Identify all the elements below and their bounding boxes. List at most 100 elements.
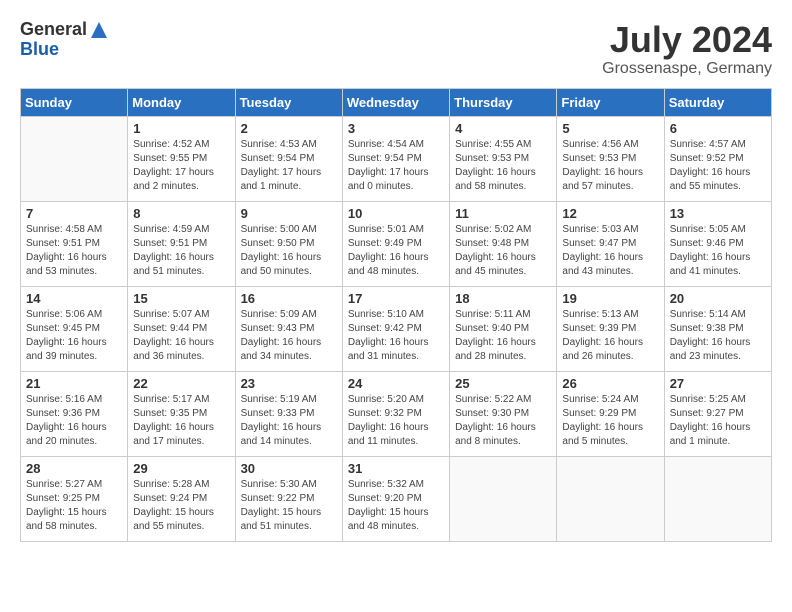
weekday-header: Sunday	[21, 88, 128, 116]
calendar-cell: 11 Sunrise: 5:02 AM Sunset: 9:48 PM Dayli…	[450, 201, 557, 286]
day-info: Sunrise: 5:16 AM Sunset: 9:36 PM Dayligh…	[26, 393, 122, 449]
calendar-cell: 18 Sunrise: 5:11 AM Sunset: 9:40 PM Dayli…	[450, 286, 557, 371]
weekday-header: Wednesday	[342, 88, 449, 116]
weekday-header: Monday	[128, 88, 235, 116]
day-info: Sunrise: 4:57 AM Sunset: 9:52 PM Dayligh…	[670, 138, 766, 194]
day-number: 29	[133, 461, 229, 476]
day-number: 11	[455, 206, 551, 221]
day-info: Sunrise: 5:17 AM Sunset: 9:35 PM Dayligh…	[133, 393, 229, 449]
month-year: July 2024	[602, 20, 772, 60]
day-info: Sunrise: 5:05 AM Sunset: 9:46 PM Dayligh…	[670, 223, 766, 279]
calendar-cell: 14 Sunrise: 5:06 AM Sunset: 9:45 PM Dayli…	[21, 286, 128, 371]
calendar-table: SundayMondayTuesdayWednesdayThursdayFrid…	[20, 88, 772, 542]
day-number: 6	[670, 121, 766, 136]
calendar-cell: 26 Sunrise: 5:24 AM Sunset: 9:29 PM Dayli…	[557, 371, 664, 456]
calendar-cell: 1 Sunrise: 4:52 AM Sunset: 9:55 PM Daylig…	[128, 116, 235, 201]
calendar-cell: 8 Sunrise: 4:59 AM Sunset: 9:51 PM Daylig…	[128, 201, 235, 286]
calendar-cell: 20 Sunrise: 5:14 AM Sunset: 9:38 PM Dayli…	[664, 286, 771, 371]
day-info: Sunrise: 5:30 AM Sunset: 9:22 PM Dayligh…	[241, 478, 337, 534]
day-info: Sunrise: 5:13 AM Sunset: 9:39 PM Dayligh…	[562, 308, 658, 364]
day-info: Sunrise: 5:09 AM Sunset: 9:43 PM Dayligh…	[241, 308, 337, 364]
day-number: 26	[562, 376, 658, 391]
calendar-cell: 21 Sunrise: 5:16 AM Sunset: 9:36 PM Dayli…	[21, 371, 128, 456]
calendar-cell: 24Sunrise: 5:20 AM Sunset: 9:32 PM Dayli…	[342, 371, 449, 456]
day-number: 10	[348, 206, 444, 221]
day-number: 9	[241, 206, 337, 221]
calendar-cell	[557, 456, 664, 541]
day-info: Sunrise: 5:19 AM Sunset: 9:33 PM Dayligh…	[241, 393, 337, 449]
calendar-cell: 23 Sunrise: 5:19 AM Sunset: 9:33 PM Dayli…	[235, 371, 342, 456]
calendar-cell: 5 Sunrise: 4:56 AM Sunset: 9:53 PM Daylig…	[557, 116, 664, 201]
title-block: July 2024 Grossenaspe, Germany	[602, 20, 772, 78]
day-number: 4	[455, 121, 551, 136]
day-info: Sunrise: 4:54 AM Sunset: 9:54 PM Dayligh…	[348, 138, 444, 194]
calendar-cell: 12 Sunrise: 5:03 AM Sunset: 9:47 PM Dayli…	[557, 201, 664, 286]
day-number: 7	[26, 206, 122, 221]
calendar-cell: 27Sunrise: 5:25 AM Sunset: 9:27 PM Dayli…	[664, 371, 771, 456]
calendar-cell: 19 Sunrise: 5:13 AM Sunset: 9:39 PM Dayli…	[557, 286, 664, 371]
page-header: General Blue July 2024 Grossenaspe, Germ…	[20, 20, 772, 78]
day-info: Sunrise: 4:52 AM Sunset: 9:55 PM Dayligh…	[133, 138, 229, 194]
day-number: 13	[670, 206, 766, 221]
calendar-cell: 13 Sunrise: 5:05 AM Sunset: 9:46 PM Dayli…	[664, 201, 771, 286]
day-number: 3	[348, 121, 444, 136]
day-info: Sunrise: 5:32 AM Sunset: 9:20 PM Dayligh…	[348, 478, 444, 534]
day-number: 20	[670, 291, 766, 306]
calendar-cell: 15Sunrise: 5:07 AM Sunset: 9:44 PM Dayli…	[128, 286, 235, 371]
day-number: 21	[26, 376, 122, 391]
day-number: 18	[455, 291, 551, 306]
calendar-cell: 17 Sunrise: 5:10 AM Sunset: 9:42 PM Dayli…	[342, 286, 449, 371]
day-number: 1	[133, 121, 229, 136]
calendar-cell: 16Sunrise: 5:09 AM Sunset: 9:43 PM Dayli…	[235, 286, 342, 371]
calendar-cell	[450, 456, 557, 541]
logo-general: General	[20, 19, 87, 39]
calendar-cell: 6 Sunrise: 4:57 AM Sunset: 9:52 PM Daylig…	[664, 116, 771, 201]
day-info: Sunrise: 4:56 AM Sunset: 9:53 PM Dayligh…	[562, 138, 658, 194]
day-info: Sunrise: 4:53 AM Sunset: 9:54 PM Dayligh…	[241, 138, 337, 194]
day-info: Sunrise: 5:25 AM Sunset: 9:27 PM Dayligh…	[670, 393, 766, 449]
day-info: Sunrise: 5:11 AM Sunset: 9:40 PM Dayligh…	[455, 308, 551, 364]
day-info: Sunrise: 5:14 AM Sunset: 9:38 PM Dayligh…	[670, 308, 766, 364]
day-number: 8	[133, 206, 229, 221]
day-info: Sunrise: 5:27 AM Sunset: 9:25 PM Dayligh…	[26, 478, 122, 534]
calendar-cell: 4 Sunrise: 4:55 AM Sunset: 9:53 PM Daylig…	[450, 116, 557, 201]
day-number: 12	[562, 206, 658, 221]
logo-blue: Blue	[20, 39, 59, 59]
day-number: 19	[562, 291, 658, 306]
day-number: 22	[133, 376, 229, 391]
day-info: Sunrise: 5:24 AM Sunset: 9:29 PM Dayligh…	[562, 393, 658, 449]
day-info: Sunrise: 5:02 AM Sunset: 9:48 PM Dayligh…	[455, 223, 551, 279]
day-number: 25	[455, 376, 551, 391]
day-number: 14	[26, 291, 122, 306]
calendar-cell: 25Sunrise: 5:22 AM Sunset: 9:30 PM Dayli…	[450, 371, 557, 456]
day-info: Sunrise: 5:06 AM Sunset: 9:45 PM Dayligh…	[26, 308, 122, 364]
day-info: Sunrise: 4:58 AM Sunset: 9:51 PM Dayligh…	[26, 223, 122, 279]
calendar-cell: 9 Sunrise: 5:00 AM Sunset: 9:50 PM Daylig…	[235, 201, 342, 286]
weekday-header: Thursday	[450, 88, 557, 116]
calendar-cell	[21, 116, 128, 201]
calendar-cell: 2 Sunrise: 4:53 AM Sunset: 9:54 PM Daylig…	[235, 116, 342, 201]
day-number: 5	[562, 121, 658, 136]
day-info: Sunrise: 4:59 AM Sunset: 9:51 PM Dayligh…	[133, 223, 229, 279]
logo: General Blue	[20, 20, 111, 60]
calendar-cell: 28 Sunrise: 5:27 AM Sunset: 9:25 PM Dayli…	[21, 456, 128, 541]
calendar-cell: 31Sunrise: 5:32 AM Sunset: 9:20 PM Dayli…	[342, 456, 449, 541]
location: Grossenaspe, Germany	[602, 60, 772, 78]
calendar-cell: 30 Sunrise: 5:30 AM Sunset: 9:22 PM Dayli…	[235, 456, 342, 541]
calendar-cell: 3 Sunrise: 4:54 AM Sunset: 9:54 PM Daylig…	[342, 116, 449, 201]
day-number: 2	[241, 121, 337, 136]
calendar-cell	[664, 456, 771, 541]
weekday-header: Friday	[557, 88, 664, 116]
day-info: Sunrise: 5:00 AM Sunset: 9:50 PM Dayligh…	[241, 223, 337, 279]
day-number: 17	[348, 291, 444, 306]
day-number: 23	[241, 376, 337, 391]
day-number: 28	[26, 461, 122, 476]
day-number: 15	[133, 291, 229, 306]
day-number: 30	[241, 461, 337, 476]
day-info: Sunrise: 4:55 AM Sunset: 9:53 PM Dayligh…	[455, 138, 551, 194]
day-info: Sunrise: 5:28 AM Sunset: 9:24 PM Dayligh…	[133, 478, 229, 534]
day-info: Sunrise: 5:10 AM Sunset: 9:42 PM Dayligh…	[348, 308, 444, 364]
day-info: Sunrise: 5:20 AM Sunset: 9:32 PM Dayligh…	[348, 393, 444, 449]
day-info: Sunrise: 5:01 AM Sunset: 9:49 PM Dayligh…	[348, 223, 444, 279]
day-info: Sunrise: 5:03 AM Sunset: 9:47 PM Dayligh…	[562, 223, 658, 279]
